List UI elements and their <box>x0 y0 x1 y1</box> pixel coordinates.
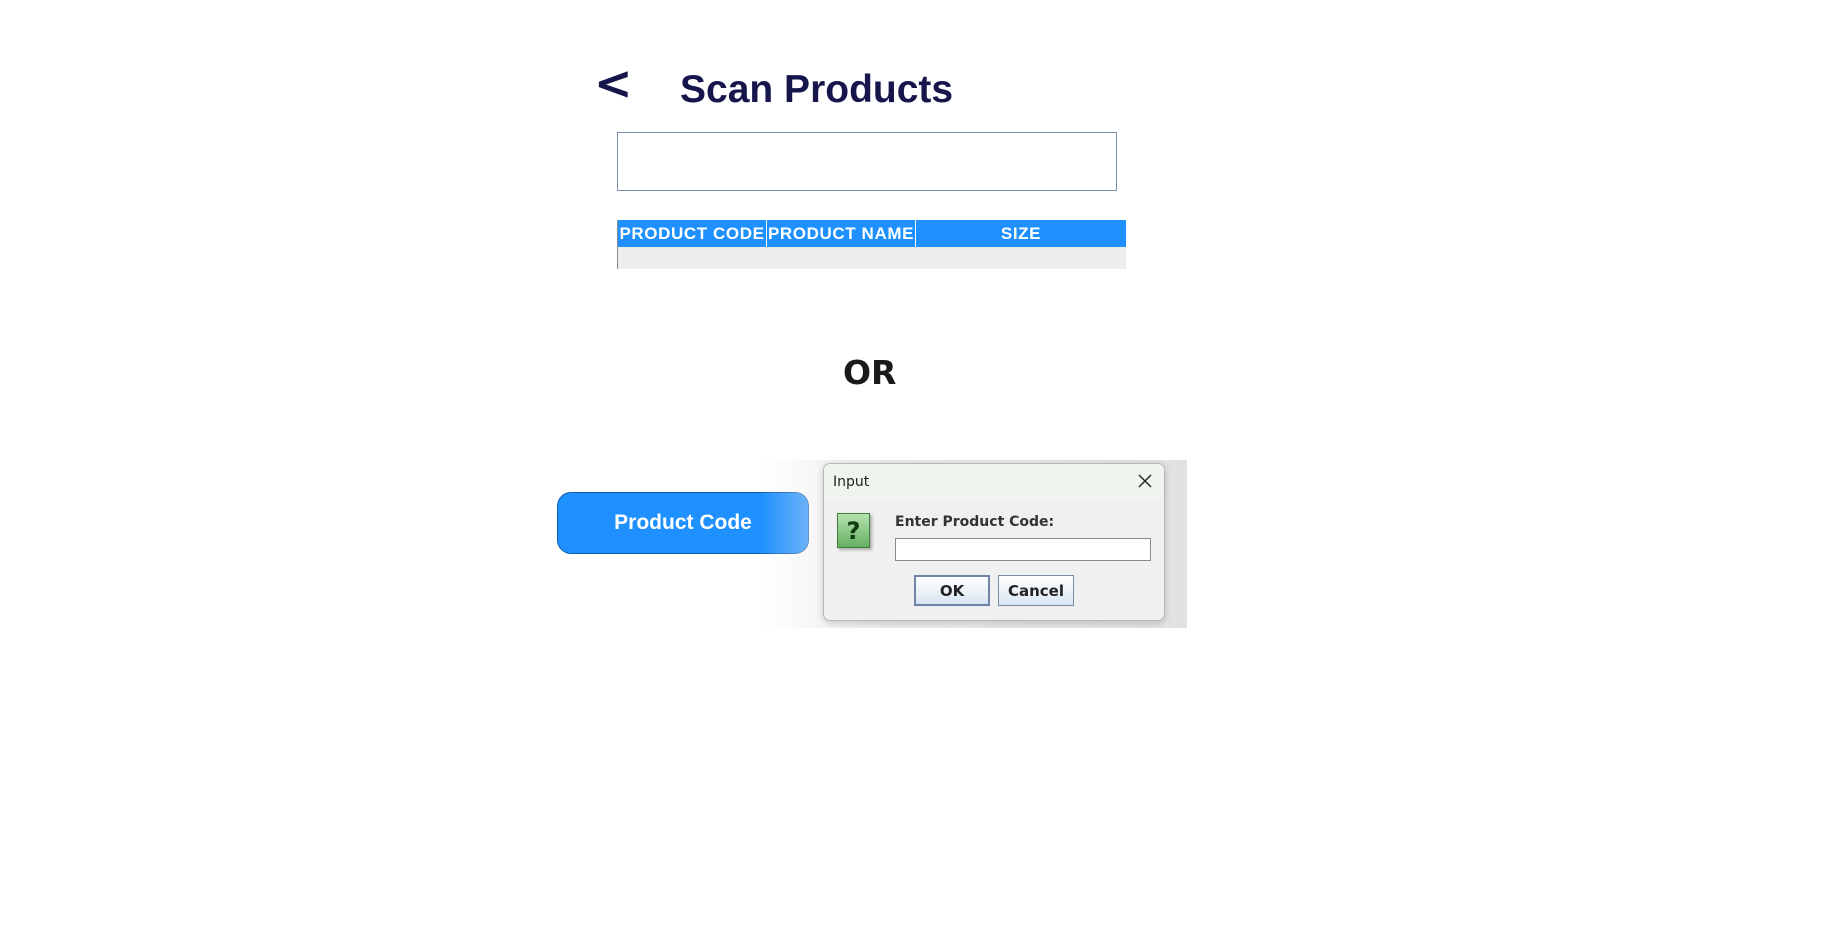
column-header-product-code[interactable]: PRODUCT CODE <box>618 220 767 247</box>
table-header: PRODUCT CODE PRODUCT NAME SIZE <box>618 220 1126 247</box>
product-code-field[interactable] <box>895 538 1151 561</box>
input-dialog: Input ? Enter Product Code: OK Cancel <box>823 463 1165 621</box>
or-label: OR <box>843 353 897 392</box>
back-button[interactable]: < <box>594 60 633 106</box>
dialog-titlebar[interactable]: Input <box>824 464 1164 500</box>
column-header-product-name[interactable]: PRODUCT NAME <box>767 220 916 247</box>
dialog-title: Input <box>833 474 870 490</box>
ok-button[interactable]: OK <box>914 575 990 606</box>
table-body[interactable] <box>618 247 1126 269</box>
dialog-prompt: Enter Product Code: <box>895 514 1055 530</box>
close-icon[interactable] <box>1136 472 1154 490</box>
product-table: PRODUCT CODE PRODUCT NAME SIZE <box>617 220 1126 269</box>
scan-input[interactable] <box>617 132 1117 191</box>
page-title: Scan Products <box>680 68 954 111</box>
column-header-size[interactable]: SIZE <box>916 220 1126 247</box>
cancel-button[interactable]: Cancel <box>998 575 1074 606</box>
question-icon: ? <box>837 513 870 548</box>
